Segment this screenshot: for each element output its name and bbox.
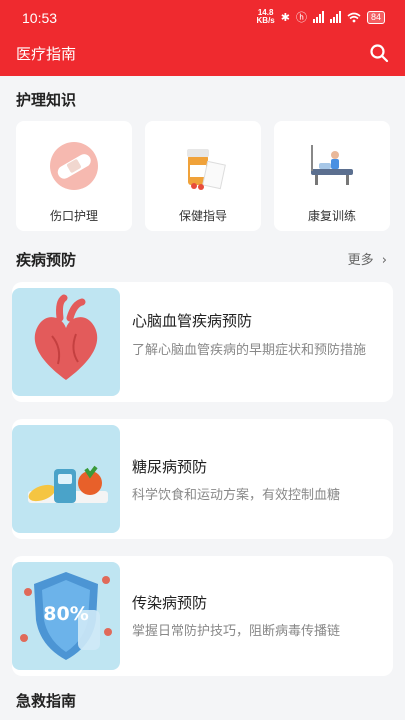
care-card-health[interactable]: 保健指导 [145,121,261,231]
prevention-card-cardio[interactable]: 心脑血管疾病预防 了解心脑血管疾病的早期症状和预防措施 [12,282,393,402]
rehab-bed-icon [311,145,353,185]
signal-1-icon [312,11,324,23]
care-section-title: 护理知识 [16,91,77,109]
prevention-card-infectious[interactable]: 80% 传染病预防 掌握日常防护技巧，阻断病毒传播链 [12,556,393,676]
glucose-meter-icon [28,465,108,503]
care-label-wound: 伤口护理 [49,209,98,223]
page-title: 医疗指南 [16,45,77,63]
hd-voice-icon: ⓗ [295,12,307,24]
care-label-rehab: 康复训练 [307,209,356,223]
status-bar: 10:53 14.8 KB/s ✱ ⓗ 84 [0,0,405,36]
care-card-rehab[interactable]: 康复训练 [274,121,390,231]
network-speed: 14.8 KB/s [256,8,275,25]
status-icons: 14.8 KB/s ✱ ⓗ 84 [257,9,385,25]
more-label: 更多 [347,253,374,268]
shield-badge-text: 80% [43,603,88,625]
heart-thumbnail [12,288,120,396]
app-header: 10:53 14.8 KB/s ✱ ⓗ 84 医疗指南 [0,0,405,76]
heart-icon [34,294,98,380]
infectious-thumbnail: 80% [12,562,120,670]
prevention-title-diabetes: 糖尿病预防 [132,458,208,476]
first-aid-section-title: 急救指南 [16,692,77,710]
prevention-desc-cardio: 了解心脑血管疾病的早期症状和预防措施 [132,343,367,358]
diabetes-thumbnail [12,425,120,533]
status-time: 10:53 [22,10,58,26]
battery-icon: 84 [366,10,385,24]
chevron-right-icon: › [381,253,387,268]
prevention-card-diabetes[interactable]: 糖尿病预防 科学饮食和运动方案，有效控制血糖 [12,419,393,539]
more-link[interactable]: 更多 › [348,249,387,268]
medicine-bottle-icon [187,149,226,190]
virus-shield-icon: 80% [20,572,112,660]
prevention-desc-infectious: 掌握日常防护技巧，阻断病毒传播链 [132,624,341,639]
prevention-section-title: 疾病预防 [16,251,77,269]
prevention-desc-diabetes: 科学饮食和运动方案，有效控制血糖 [132,488,341,503]
care-label-health: 保健指导 [178,209,227,223]
wifi-icon [347,12,361,22]
care-card-wound[interactable]: 伤口护理 [16,121,132,231]
signal-2-icon [329,11,341,23]
search-icon[interactable] [369,43,389,63]
bluetooth-icon: ✱ [280,11,290,24]
bandage-icon [50,142,98,190]
prevention-title-infectious: 传染病预防 [132,594,208,612]
prevention-title-cardio: 心脑血管疾病预防 [132,312,253,330]
